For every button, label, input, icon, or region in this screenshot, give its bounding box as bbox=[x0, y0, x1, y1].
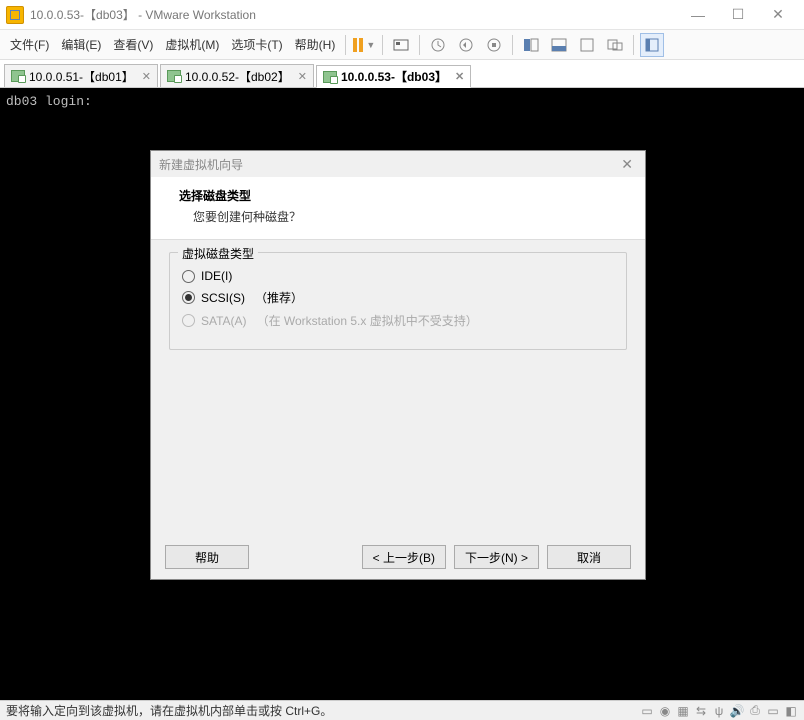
radio-icon bbox=[182, 270, 195, 283]
radio-sata: SATA(A) （在 Workstation 5.x 虚拟机中不受支持） bbox=[182, 312, 614, 329]
dialog-footer: 帮助 < 上一步(B) 下一步(N) > 取消 bbox=[151, 535, 645, 579]
radio-ide[interactable]: IDE(I) bbox=[182, 269, 614, 283]
vm-icon bbox=[11, 70, 25, 82]
cdrom-icon[interactable]: ◉ bbox=[658, 704, 672, 718]
snapshot-revert-icon[interactable] bbox=[454, 33, 478, 57]
statusbar: 要将输入定向到该虚拟机，请在虚拟机内部单击或按 Ctrl+G。 ▭ ◉ ▦ ⇆ … bbox=[0, 700, 804, 720]
vm-icon bbox=[167, 70, 181, 82]
tab-db02[interactable]: 10.0.0.52-【db02】 ✕ bbox=[160, 64, 314, 87]
dialog-close-icon[interactable]: ✕ bbox=[617, 156, 637, 173]
tab-db01[interactable]: 10.0.0.51-【db01】 ✕ bbox=[4, 64, 158, 87]
tab-close-icon[interactable]: ✕ bbox=[298, 70, 307, 83]
fullscreen-icon[interactable] bbox=[575, 33, 599, 57]
maximize-button[interactable]: ☐ bbox=[718, 1, 758, 29]
disk-type-fieldset: 虚拟磁盘类型 IDE(I) SCSI(S) （推荐） SATA(A) （在 Wo… bbox=[169, 252, 627, 350]
menubar: 文件(F) 编辑(E) 查看(V) 虚拟机(M) 选项卡(T) 帮助(H) ▼ bbox=[0, 30, 804, 60]
pause-button[interactable]: ▼ bbox=[352, 33, 376, 57]
vm-icon bbox=[323, 71, 337, 83]
menu-view[interactable]: 查看(V) bbox=[107, 32, 159, 57]
new-vm-wizard-dialog: 新建虚拟机向导 ✕ 选择磁盘类型 您要创建何种磁盘？ 虚拟磁盘类型 IDE(I)… bbox=[150, 150, 646, 580]
radio-scsi[interactable]: SCSI(S) （推荐） bbox=[182, 289, 614, 306]
input-grab-icon[interactable]: ◧ bbox=[784, 704, 798, 718]
disk-icon[interactable]: ▭ bbox=[640, 704, 654, 718]
sound-icon[interactable]: 🔊 bbox=[730, 704, 744, 718]
dialog-header: 选择磁盘类型 您要创建何种磁盘？ bbox=[151, 177, 645, 240]
menu-tabs[interactable]: 选项卡(T) bbox=[225, 32, 288, 57]
help-button[interactable]: 帮助 bbox=[165, 545, 249, 569]
back-button[interactable]: < 上一步(B) bbox=[362, 545, 446, 569]
status-text: 要将输入定向到该虚拟机，请在虚拟机内部单击或按 Ctrl+G。 bbox=[6, 702, 332, 719]
tab-label: 10.0.0.51-【db01】 bbox=[29, 68, 134, 85]
radio-icon bbox=[182, 314, 195, 327]
cancel-button[interactable]: 取消 bbox=[547, 545, 631, 569]
dialog-body: 虚拟磁盘类型 IDE(I) SCSI(S) （推荐） SATA(A) （在 Wo… bbox=[151, 240, 645, 535]
radio-icon bbox=[182, 291, 195, 304]
message-icon[interactable]: ▭ bbox=[766, 704, 780, 718]
minimize-button[interactable]: — bbox=[678, 1, 718, 29]
dialog-header-subtitle: 您要创建何种磁盘？ bbox=[179, 208, 625, 225]
separator bbox=[419, 35, 420, 55]
tab-close-icon[interactable]: ✕ bbox=[142, 70, 151, 83]
window-title: 10.0.0.53-【db03】 - VMware Workstation bbox=[30, 6, 678, 23]
radio-label: IDE(I) bbox=[201, 269, 232, 283]
radio-label: SATA(A) bbox=[201, 314, 247, 328]
network-icon[interactable]: ⇆ bbox=[694, 704, 708, 718]
next-button[interactable]: 下一步(N) > bbox=[454, 545, 539, 569]
radio-label: SCSI(S) bbox=[201, 291, 245, 305]
separator bbox=[633, 35, 634, 55]
tab-close-icon[interactable]: ✕ bbox=[455, 70, 464, 83]
menu-vm[interactable]: 虚拟机(M) bbox=[159, 32, 225, 57]
separator bbox=[345, 35, 346, 55]
dialog-header-title: 选择磁盘类型 bbox=[179, 187, 625, 204]
window-titlebar: 10.0.0.53-【db03】 - VMware Workstation — … bbox=[0, 0, 804, 30]
tab-label: 10.0.0.53-【db03】 bbox=[341, 68, 447, 85]
close-button[interactable]: ✕ bbox=[758, 1, 798, 29]
radio-note: （在 Workstation 5.x 虚拟机中不受支持） bbox=[257, 312, 478, 329]
tab-db03[interactable]: 10.0.0.53-【db03】 ✕ bbox=[316, 65, 471, 88]
separator bbox=[512, 35, 513, 55]
snapshot-manager-icon[interactable] bbox=[482, 33, 506, 57]
fieldset-legend: 虚拟磁盘类型 bbox=[178, 245, 258, 262]
app-icon bbox=[6, 6, 24, 24]
menu-file[interactable]: 文件(F) bbox=[4, 32, 55, 57]
dropdown-arrow-icon: ▼ bbox=[366, 40, 375, 50]
unity-icon[interactable] bbox=[603, 33, 627, 57]
separator bbox=[382, 35, 383, 55]
floppy-icon[interactable]: ▦ bbox=[676, 704, 690, 718]
console-text: db03 login: bbox=[6, 94, 798, 109]
library-view-icon[interactable] bbox=[640, 33, 664, 57]
radio-note: （推荐） bbox=[255, 289, 303, 306]
vm-tabbar: 10.0.0.51-【db01】 ✕ 10.0.0.52-【db02】 ✕ 10… bbox=[0, 60, 804, 88]
show-thumbnail-icon[interactable] bbox=[547, 33, 571, 57]
dialog-titlebar: 新建虚拟机向导 ✕ bbox=[151, 151, 645, 177]
menu-edit[interactable]: 编辑(E) bbox=[55, 32, 107, 57]
menu-help[interactable]: 帮助(H) bbox=[289, 32, 342, 57]
dialog-title: 新建虚拟机向导 bbox=[159, 156, 243, 173]
show-console-icon[interactable] bbox=[519, 33, 543, 57]
printer-icon[interactable]: ⎙ bbox=[748, 704, 762, 718]
snapshot-take-icon[interactable] bbox=[426, 33, 450, 57]
usb-icon[interactable]: ψ bbox=[712, 704, 726, 718]
send-ctrlaltdel-icon[interactable] bbox=[389, 33, 413, 57]
tab-label: 10.0.0.52-【db02】 bbox=[185, 68, 290, 85]
